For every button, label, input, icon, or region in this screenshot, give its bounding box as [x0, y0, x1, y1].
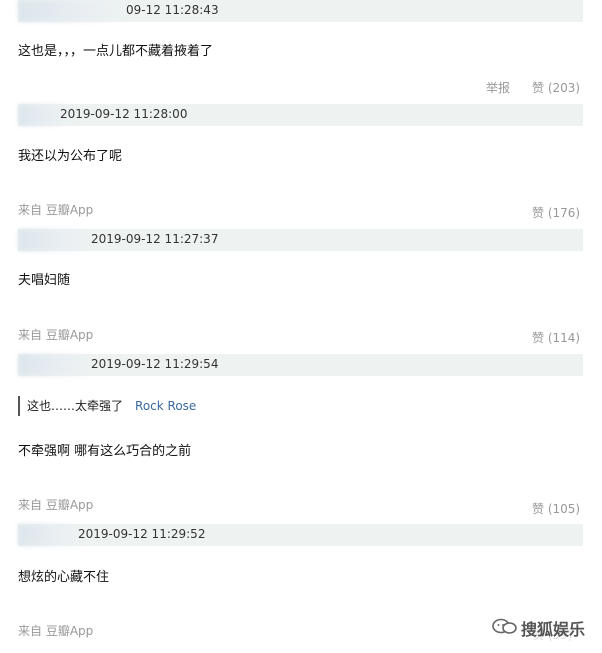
- comment-timestamp: 2019-09-12 11:29:54: [91, 357, 219, 371]
- like-button[interactable]: 赞 (114): [532, 329, 580, 346]
- comment-timestamp: 2019-09-12 11:28:00: [60, 107, 188, 121]
- comment-meta-bar: 2019-09-12 11:28:00: [18, 104, 583, 126]
- comment-text: 这也是，，，一点儿都不藏着掖着了: [18, 44, 214, 59]
- like-button[interactable]: 赞 (176): [532, 204, 580, 221]
- quote-text: 这也……太牵强了: [27, 399, 124, 413]
- comment-text: 想炫的心藏不住: [18, 570, 110, 585]
- watermark-text: 搜狐娱乐: [521, 620, 586, 639]
- comment-meta-bar: 09-12 11:28:43: [18, 0, 583, 22]
- comment-meta-bar: 2019-09-12 11:29:54: [18, 354, 583, 376]
- comment-text: 不牵强啊 哪有这么巧合的之前: [18, 444, 192, 459]
- quote-author-link[interactable]: Rock Rose: [135, 399, 196, 413]
- sohu-wechat-logo-icon: [492, 618, 517, 634]
- comment-source: 来自 豆瓣App: [18, 498, 94, 512]
- comment-meta-bar: 2019-09-12 11:29:52: [18, 524, 583, 546]
- like-button[interactable]: 赞 (105): [532, 500, 580, 517]
- quoted-reply: 这也……太牵强了 Rock Rose: [18, 396, 196, 416]
- avatar[interactable]: [18, 354, 93, 376]
- comment-text: 夫唱妇随: [18, 273, 71, 288]
- comment-timestamp: 09-12 11:28:43: [126, 3, 219, 17]
- comment-meta-bar: 2019-09-12 11:27:37: [18, 229, 583, 251]
- comment-source: 来自 豆瓣App: [18, 328, 94, 342]
- comment-text: 我还以为公布了呢: [18, 149, 123, 164]
- comment-timestamp: 2019-09-12 11:27:37: [91, 232, 219, 246]
- comment-source: 来自 豆瓣App: [18, 203, 94, 217]
- avatar[interactable]: [18, 524, 80, 546]
- comment-source: 来自 豆瓣App: [18, 624, 94, 638]
- like-button[interactable]: 赞 (203): [532, 79, 580, 96]
- avatar[interactable]: [18, 0, 128, 22]
- comment-timestamp: 2019-09-12 11:29:52: [78, 527, 206, 541]
- report-link[interactable]: 举报: [486, 79, 510, 96]
- avatar[interactable]: [18, 229, 93, 251]
